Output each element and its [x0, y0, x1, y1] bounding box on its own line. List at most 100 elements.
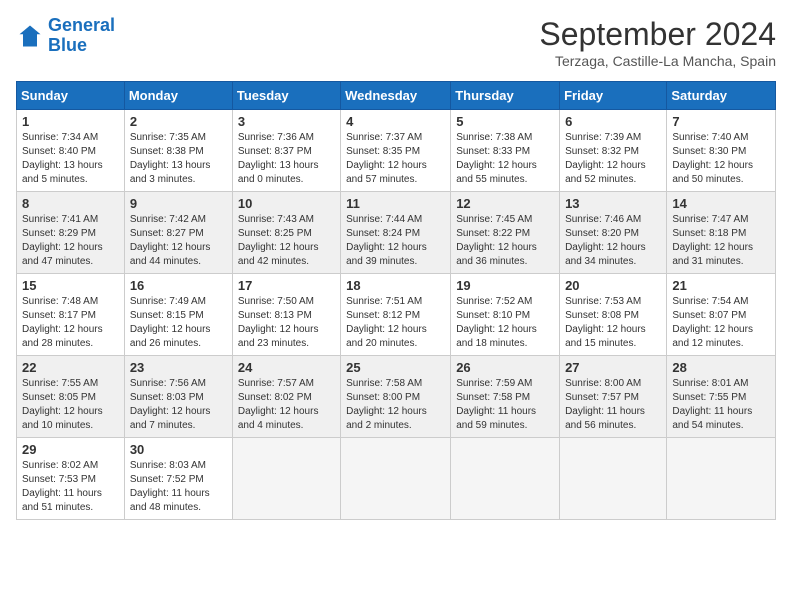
- day-number: 11: [346, 196, 445, 211]
- calendar-table: SundayMondayTuesdayWednesdayThursdayFrid…: [16, 81, 776, 520]
- day-number: 10: [238, 196, 335, 211]
- day-info: Sunrise: 7:56 AMSunset: 8:03 PMDaylight:…: [130, 377, 227, 433]
- column-header-sunday: Sunday: [17, 82, 125, 110]
- calendar-cell: 10Sunrise: 7:43 AMSunset: 8:25 PMDayligh…: [232, 192, 340, 274]
- logo-icon: [16, 22, 44, 50]
- day-info: Sunrise: 7:41 AMSunset: 8:29 PMDaylight:…: [22, 213, 119, 269]
- day-number: 19: [456, 278, 554, 293]
- day-info: Sunrise: 7:50 AMSunset: 8:13 PMDaylight:…: [238, 295, 335, 351]
- calendar-cell: [560, 438, 667, 520]
- calendar-cell: 13 Sunrise: 7:46 AMSunset: 8:20 PMDayligh…: [560, 192, 667, 274]
- column-header-friday: Friday: [560, 82, 667, 110]
- calendar-cell: 1 Sunrise: 7:34 AMSunset: 8:40 PMDaylight…: [17, 110, 125, 192]
- day-number: 22: [22, 360, 119, 375]
- calendar-cell: 27 Sunrise: 8:00 AMSunset: 7:57 PMDayligh…: [560, 356, 667, 438]
- day-number: 27: [565, 360, 661, 375]
- day-info: Sunrise: 7:49 AMSunset: 8:15 PMDaylight:…: [130, 295, 227, 351]
- day-number: 23: [130, 360, 227, 375]
- day-info: Sunrise: 8:00 AMSunset: 7:57 PMDaylight:…: [565, 377, 661, 433]
- day-info: Sunrise: 7:55 AMSunset: 8:05 PMDaylight:…: [22, 377, 119, 433]
- day-info: Sunrise: 7:51 AMSunset: 8:12 PMDaylight:…: [346, 295, 445, 351]
- day-info: Sunrise: 7:46 AMSunset: 8:20 PMDaylight:…: [565, 213, 661, 269]
- day-info: Sunrise: 7:35 AMSunset: 8:38 PMDaylight:…: [130, 131, 227, 187]
- day-number: 9: [130, 196, 227, 211]
- calendar-week-row: 22 Sunrise: 7:55 AMSunset: 8:05 PMDayligh…: [17, 356, 776, 438]
- day-info: Sunrise: 7:34 AMSunset: 8:40 PMDaylight:…: [22, 131, 119, 187]
- calendar-cell: 3 Sunrise: 7:36 AMSunset: 8:37 PMDaylight…: [232, 110, 340, 192]
- day-number: 26: [456, 360, 554, 375]
- day-info: Sunrise: 7:47 AMSunset: 8:18 PMDaylight:…: [672, 213, 770, 269]
- day-info: Sunrise: 7:37 AMSunset: 8:35 PMDaylight:…: [346, 131, 445, 187]
- calendar-cell: 25Sunrise: 7:58 AMSunset: 8:00 PMDayligh…: [341, 356, 451, 438]
- day-number: 24: [238, 360, 335, 375]
- day-info: Sunrise: 7:58 AMSunset: 8:00 PMDaylight:…: [346, 377, 445, 433]
- day-info: Sunrise: 7:38 AMSunset: 8:33 PMDaylight:…: [456, 131, 554, 187]
- column-header-tuesday: Tuesday: [232, 82, 340, 110]
- day-info: Sunrise: 7:42 AMSunset: 8:27 PMDaylight:…: [130, 213, 227, 269]
- day-info: Sunrise: 7:52 AMSunset: 8:10 PMDaylight:…: [456, 295, 554, 351]
- calendar-cell: 12 Sunrise: 7:45 AMSunset: 8:22 PMDayligh…: [451, 192, 560, 274]
- day-info: Sunrise: 8:02 AMSunset: 7:53 PMDaylight:…: [22, 459, 119, 515]
- day-info: Sunrise: 7:59 AMSunset: 7:58 PMDaylight:…: [456, 377, 554, 433]
- day-number: 17: [238, 278, 335, 293]
- calendar-cell: 4 Sunrise: 7:37 AMSunset: 8:35 PMDaylight…: [341, 110, 451, 192]
- day-number: 21: [672, 278, 770, 293]
- calendar-cell: 5 Sunrise: 7:38 AMSunset: 8:33 PMDaylight…: [451, 110, 560, 192]
- calendar-cell: 17 Sunrise: 7:50 AMSunset: 8:13 PMDayligh…: [232, 274, 340, 356]
- day-number: 20: [565, 278, 661, 293]
- calendar-week-row: 29 Sunrise: 8:02 AMSunset: 7:53 PMDayligh…: [17, 438, 776, 520]
- calendar-week-row: 1 Sunrise: 7:34 AMSunset: 8:40 PMDaylight…: [17, 110, 776, 192]
- day-info: Sunrise: 8:01 AMSunset: 7:55 PMDaylight:…: [672, 377, 770, 433]
- day-number: 15: [22, 278, 119, 293]
- calendar-cell: 20 Sunrise: 7:53 AMSunset: 8:08 PMDayligh…: [560, 274, 667, 356]
- day-info: Sunrise: 7:39 AMSunset: 8:32 PMDaylight:…: [565, 131, 661, 187]
- column-header-saturday: Saturday: [667, 82, 776, 110]
- calendar-cell: 23 Sunrise: 7:56 AMSunset: 8:03 PMDayligh…: [124, 356, 232, 438]
- day-number: 16: [130, 278, 227, 293]
- day-number: 18: [346, 278, 445, 293]
- page-header: General Blue September 2024 Terzaga, Cas…: [16, 16, 776, 69]
- calendar-cell: 18 Sunrise: 7:51 AMSunset: 8:12 PMDayligh…: [341, 274, 451, 356]
- calendar-header-row: SundayMondayTuesdayWednesdayThursdayFrid…: [17, 82, 776, 110]
- column-header-thursday: Thursday: [451, 82, 560, 110]
- day-info: Sunrise: 7:57 AMSunset: 8:02 PMDaylight:…: [238, 377, 335, 433]
- day-number: 8: [22, 196, 119, 211]
- day-info: Sunrise: 7:48 AMSunset: 8:17 PMDaylight:…: [22, 295, 119, 351]
- calendar-cell: 16 Sunrise: 7:49 AMSunset: 8:15 PMDayligh…: [124, 274, 232, 356]
- day-number: 1: [22, 114, 119, 129]
- calendar-week-row: 15 Sunrise: 7:48 AMSunset: 8:17 PMDayligh…: [17, 274, 776, 356]
- day-number: 12: [456, 196, 554, 211]
- day-info: Sunrise: 7:44 AMSunset: 8:24 PMDaylight:…: [346, 213, 445, 269]
- month-title: September 2024: [539, 16, 776, 53]
- title-block: September 2024 Terzaga, Castille-La Manc…: [539, 16, 776, 69]
- day-number: 28: [672, 360, 770, 375]
- day-number: 3: [238, 114, 335, 129]
- day-number: 7: [672, 114, 770, 129]
- day-info: Sunrise: 7:40 AMSunset: 8:30 PMDaylight:…: [672, 131, 770, 187]
- calendar-cell: 21 Sunrise: 7:54 AMSunset: 8:07 PMDayligh…: [667, 274, 776, 356]
- location: Terzaga, Castille-La Mancha, Spain: [539, 53, 776, 69]
- column-header-wednesday: Wednesday: [341, 82, 451, 110]
- calendar-cell: 15 Sunrise: 7:48 AMSunset: 8:17 PMDayligh…: [17, 274, 125, 356]
- day-info: Sunrise: 7:53 AMSunset: 8:08 PMDaylight:…: [565, 295, 661, 351]
- calendar-cell: 28 Sunrise: 8:01 AMSunset: 7:55 PMDayligh…: [667, 356, 776, 438]
- calendar-cell: 26 Sunrise: 7:59 AMSunset: 7:58 PMDayligh…: [451, 356, 560, 438]
- logo-text: General Blue: [48, 16, 115, 56]
- calendar-cell: 30Sunrise: 8:03 AMSunset: 7:52 PMDayligh…: [124, 438, 232, 520]
- day-info: Sunrise: 7:45 AMSunset: 8:22 PMDaylight:…: [456, 213, 554, 269]
- logo: General Blue: [16, 16, 115, 56]
- column-header-monday: Monday: [124, 82, 232, 110]
- calendar-cell: [341, 438, 451, 520]
- calendar-cell: 2Sunrise: 7:35 AMSunset: 8:38 PMDaylight…: [124, 110, 232, 192]
- calendar-cell: [232, 438, 340, 520]
- day-number: 13: [565, 196, 661, 211]
- day-number: 4: [346, 114, 445, 129]
- calendar-cell: 9 Sunrise: 7:42 AMSunset: 8:27 PMDaylight…: [124, 192, 232, 274]
- day-number: 29: [22, 442, 119, 457]
- day-info: Sunrise: 7:36 AMSunset: 8:37 PMDaylight:…: [238, 131, 335, 187]
- calendar-cell: 19 Sunrise: 7:52 AMSunset: 8:10 PMDayligh…: [451, 274, 560, 356]
- day-number: 5: [456, 114, 554, 129]
- calendar-cell: 6Sunrise: 7:39 AMSunset: 8:32 PMDaylight…: [560, 110, 667, 192]
- day-info: Sunrise: 7:54 AMSunset: 8:07 PMDaylight:…: [672, 295, 770, 351]
- calendar-cell: 24 Sunrise: 7:57 AMSunset: 8:02 PMDayligh…: [232, 356, 340, 438]
